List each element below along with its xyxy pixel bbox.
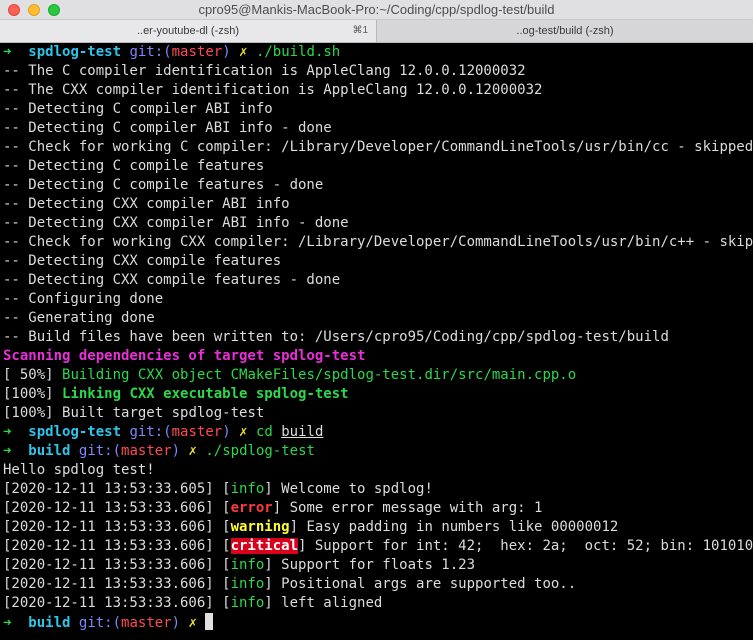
log-level: warning: [230, 519, 290, 535]
prompt-arrow-icon: ➜: [3, 615, 12, 631]
cmake-line: -- Detecting C compile features - done: [3, 177, 324, 193]
log-level: critical: [230, 538, 299, 554]
text-cursor[interactable]: [205, 613, 214, 630]
terminal-output[interactable]: ➜ spdlog-test git:(master) ✗ ./build.sh …: [0, 43, 753, 640]
prompt-arrow-icon: ➜: [3, 44, 12, 60]
git-branch: master: [121, 443, 172, 459]
tab-label: ..er-youtube-dl (-zsh): [136, 25, 240, 37]
build-line: [ 50%] Building CXX object CMakeFiles/sp…: [3, 366, 753, 385]
scan-line: Scanning dependencies of target spdlog-t…: [3, 348, 366, 364]
command: cd: [255, 424, 273, 440]
prompt-dir: build: [28, 615, 71, 631]
cmake-line: -- Detecting CXX compile features - done: [3, 272, 341, 288]
prompt-dir: spdlog-test: [28, 44, 122, 60]
prompt-line: ➜ spdlog-test git:(master) ✗ ./build.sh: [3, 43, 753, 62]
log-line: [2020-12-11 13:53:33.606] [info] left al…: [3, 595, 383, 611]
log-message: Some error message with arg: 1: [289, 500, 543, 516]
window-title: cpro95@Mankis-MacBook-Pro:~/Coding/cpp/s…: [198, 2, 555, 17]
tab-label: ..og-test/build (-zsh): [516, 25, 614, 37]
program-output: Hello spdlog test!: [3, 462, 155, 478]
build-pct: [100%]: [3, 386, 54, 402]
log-message: Support for int: 42; hex: 2a; oct: 52; b…: [314, 538, 753, 554]
git-branch: master: [171, 44, 223, 60]
log-level: info: [230, 576, 265, 592]
log-line: [2020-12-11 13:53:33.606] [info] Positio…: [3, 576, 577, 592]
cmake-line: -- Configuring done: [3, 291, 164, 307]
log-level: info: [230, 595, 265, 611]
git-label: git:(: [78, 615, 122, 631]
prompt-arrow-icon: ➜: [3, 424, 12, 440]
cmake-line: -- Check for working CXX compiler: /Libr…: [3, 234, 753, 250]
build-text: Linking CXX executable spdlog-test: [62, 386, 349, 402]
cmake-line: -- Detecting CXX compile features: [3, 253, 282, 269]
prompt-line: ➜ build git:(master) ✗: [3, 613, 753, 632]
build-text: Built target spdlog-test: [62, 405, 265, 421]
log-timestamp: [2020-12-11 13:53:33.606]: [3, 595, 214, 611]
log-timestamp: [2020-12-11 13:53:33.606]: [3, 557, 214, 573]
prompt-dir: build: [28, 443, 71, 459]
command: ./spdlog-test: [205, 443, 315, 459]
tab-youtube-dl[interactable]: ..er-youtube-dl (-zsh) ⌘1: [0, 20, 376, 42]
tab-shortcut: ⌘1: [352, 25, 368, 36]
log-timestamp: [2020-12-11 13:53:33.606]: [3, 576, 214, 592]
log-line: [2020-12-11 13:53:33.606] [error] Some e…: [3, 500, 543, 516]
log-line: [2020-12-11 13:53:33.606] [warning] Easy…: [3, 519, 619, 535]
git-branch: master: [171, 424, 223, 440]
build-pct: [100%]: [3, 405, 54, 421]
prompt-line: ➜ build git:(master) ✗ ./spdlog-test: [3, 442, 753, 461]
log-line: [2020-12-11 13:53:33.605] [info] Welcome…: [3, 481, 433, 497]
cmake-line: -- The CXX compiler identification is Ap…: [3, 82, 543, 98]
tab-bar: ..er-youtube-dl (-zsh) ⌘1 ..og-test/buil…: [0, 20, 753, 43]
git-branch: master: [121, 615, 172, 631]
git-label: git:(: [129, 424, 172, 440]
git-label: git:(: [129, 44, 172, 60]
log-message: Easy padding in numbers like 00000012: [306, 519, 619, 535]
log-level: info: [230, 557, 265, 573]
build-line: [100%] Linking CXX executable spdlog-tes…: [3, 385, 753, 404]
git-close: ): [171, 615, 181, 631]
git-label: git:(: [78, 443, 122, 459]
dirty-x-icon: ✗: [239, 424, 248, 440]
command: ./build.sh: [255, 44, 341, 60]
build-pct: [ 50%]: [3, 367, 54, 383]
log-line: [2020-12-11 13:53:33.606] [critical] Sup…: [3, 538, 753, 554]
cmake-line: -- Detecting CXX compiler ABI info - don…: [3, 215, 349, 231]
log-timestamp: [2020-12-11 13:53:33.606]: [3, 538, 214, 554]
log-timestamp: [2020-12-11 13:53:33.605]: [3, 481, 214, 497]
build-line: [100%] Built target spdlog-test: [3, 404, 753, 423]
terminal-window: cpro95@Mankis-MacBook-Pro:~/Coding/cpp/s…: [0, 0, 753, 640]
cmake-line: -- Detecting CXX compiler ABI info: [3, 196, 290, 212]
cmake-line: -- Check for working C compiler: /Librar…: [3, 139, 753, 155]
prompt-dir: spdlog-test: [28, 424, 122, 440]
log-message: Positional args are supported too..: [281, 576, 577, 592]
cmake-line: -- The C compiler identification is Appl…: [3, 63, 526, 79]
prompt-line: ➜ spdlog-test git:(master) ✗ cd build: [3, 423, 753, 442]
cmake-line: -- Build files have been written to: /Us…: [3, 329, 669, 345]
log-message: Welcome to spdlog!: [281, 481, 433, 497]
log-message: left aligned: [281, 595, 383, 611]
git-close: ): [222, 44, 231, 60]
command-arg: build: [281, 424, 324, 440]
log-line: [2020-12-11 13:53:33.606] [info] Support…: [3, 557, 476, 573]
log-timestamp: [2020-12-11 13:53:33.606]: [3, 500, 214, 516]
build-text: Building CXX object CMakeFiles/spdlog-te…: [62, 367, 577, 383]
cmake-line: -- Detecting C compile features: [3, 158, 265, 174]
prompt-arrow-icon: ➜: [3, 443, 12, 459]
log-message: Support for floats 1.23: [281, 557, 476, 573]
cmake-line: -- Generating done: [3, 310, 155, 326]
cmake-line: -- Detecting C compiler ABI info - done: [3, 120, 332, 136]
log-timestamp: [2020-12-11 13:53:33.606]: [3, 519, 214, 535]
cmake-line: -- Detecting C compiler ABI info: [3, 101, 273, 117]
dirty-x-icon: ✗: [239, 44, 248, 60]
dirty-x-icon: ✗: [188, 615, 197, 631]
log-level: error: [230, 500, 273, 516]
tab-spdlog-build[interactable]: ..og-test/build (-zsh): [376, 20, 753, 42]
git-close: ): [171, 443, 181, 459]
log-level: info: [230, 481, 265, 497]
git-close: ): [222, 424, 231, 440]
title-bar[interactable]: cpro95@Mankis-MacBook-Pro:~/Coding/cpp/s…: [0, 0, 753, 20]
dirty-x-icon: ✗: [188, 443, 197, 459]
